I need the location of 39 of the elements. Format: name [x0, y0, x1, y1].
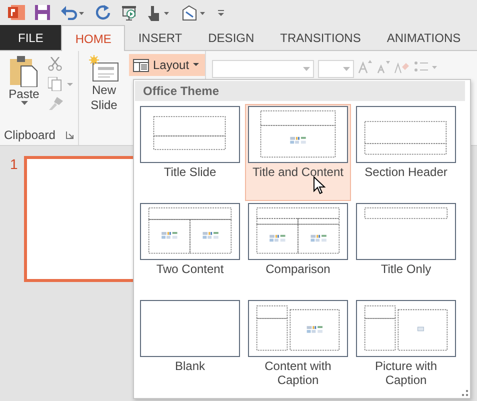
redo-icon[interactable] — [96, 5, 111, 20]
format-painter-icon[interactable] — [48, 97, 64, 111]
caret-icon — [343, 67, 350, 71]
ribbon-tab[interactable]: DESIGN — [195, 25, 268, 50]
slideshow-icon[interactable] — [121, 4, 137, 20]
customize-caret-icon[interactable] — [217, 8, 225, 16]
caret-icon — [20, 101, 28, 106]
grow-font-icon[interactable] — [358, 60, 372, 74]
new-slide-icon — [89, 55, 119, 83]
slide-number: 1 — [10, 156, 18, 174]
cut-icon[interactable] — [48, 57, 62, 71]
copy-icon[interactable] — [48, 77, 74, 91]
ribbon-tab[interactable]: ANIMATIONS — [374, 25, 474, 50]
clipboard-icon — [10, 55, 38, 87]
bullets-icon[interactable] — [414, 60, 438, 74]
save-icon[interactable] — [35, 5, 50, 20]
resize-grip-icon[interactable] — [462, 390, 468, 396]
dialog-launcher-icon[interactable] — [66, 131, 74, 139]
layout-button[interactable]: Layout — [129, 54, 206, 76]
ribbon-tab[interactable]: TRANSITIONS — [267, 25, 374, 50]
menu-heading: Office Theme — [135, 81, 465, 101]
powerpoint-logo-icon[interactable] — [8, 4, 25, 21]
touch-mode-icon[interactable] — [147, 4, 171, 20]
caret-icon — [193, 63, 200, 67]
file-tab[interactable]: FILE — [0, 25, 62, 50]
font-name-field[interactable] — [212, 60, 314, 78]
caret-icon — [303, 67, 310, 71]
group-label: Clipboard — [4, 128, 56, 142]
clear-formatting-icon[interactable] — [394, 60, 410, 74]
new-slide-button[interactable]: New Slide — [83, 53, 125, 145]
mouse-pointer-icon — [313, 176, 326, 195]
ribbon-tab[interactable]: HOME — [61, 25, 126, 51]
undo-icon[interactable] — [60, 5, 86, 20]
font-size-field[interactable] — [318, 60, 354, 78]
shrink-font-icon[interactable] — [376, 60, 390, 74]
paste-button[interactable]: Paste — [4, 53, 44, 125]
layout-option[interactable]: Title and Content — [245, 104, 351, 201]
ribbon-tab[interactable]: INSERT — [125, 25, 196, 50]
layout-icon — [133, 58, 149, 72]
